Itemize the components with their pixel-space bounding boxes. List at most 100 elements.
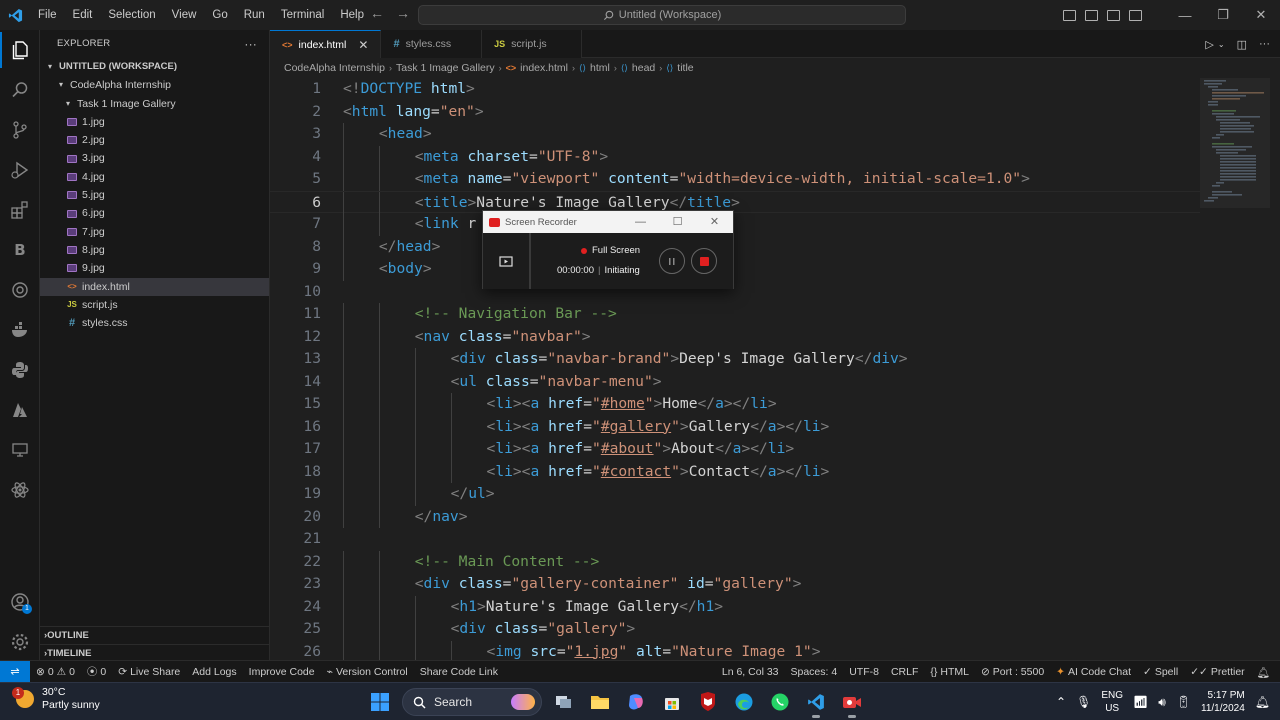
breadcrumb-item[interactable]: CodeAlpha Internship bbox=[284, 58, 385, 78]
customize-layout-icon[interactable] bbox=[1129, 9, 1142, 21]
breadcrumb-item[interactable]: Task 1 Image Gallery bbox=[396, 58, 495, 78]
chevron-up-icon[interactable]: ⌃ bbox=[1056, 695, 1066, 709]
toggle-sidebar-icon[interactable] bbox=[1063, 9, 1076, 21]
outline-section[interactable]: › OUTLINE bbox=[40, 626, 270, 644]
close-tab-icon[interactable]: ✕ bbox=[358, 38, 368, 52]
status-share-code-link[interactable]: Share Code Link bbox=[414, 666, 504, 678]
remote-indicator-icon[interactable]: ⇌ bbox=[0, 660, 30, 683]
file-explorer-icon[interactable] bbox=[586, 688, 614, 716]
spell-check[interactable]: ✓ Spell bbox=[1137, 666, 1184, 678]
status-improve-code[interactable]: Improve Code bbox=[243, 666, 321, 678]
menu-help[interactable]: Help bbox=[332, 0, 372, 30]
code-line[interactable]: 23 <div class="gallery-container" id="gal… bbox=[270, 573, 1200, 596]
notifications-bell-icon[interactable]: 🔔︎ bbox=[1251, 666, 1276, 679]
menu-selection[interactable]: Selection bbox=[100, 0, 163, 30]
folder-task1[interactable]: ▾ Task 1 Image Gallery bbox=[40, 95, 269, 113]
stop-button[interactable] bbox=[691, 248, 717, 274]
file-item[interactable]: 8.jpg bbox=[40, 241, 269, 259]
menu-edit[interactable]: Edit bbox=[65, 0, 101, 30]
code-line[interactable]: 24 <h1>Nature's Image Gallery</h1> bbox=[270, 595, 1200, 618]
copilot-icon[interactable] bbox=[622, 688, 650, 716]
back-arrow-icon[interactable]: ← bbox=[370, 5, 384, 21]
recorder-folder-button[interactable] bbox=[483, 233, 531, 289]
microphone-icon[interactable]: 🎙︎ bbox=[1076, 695, 1091, 709]
weather-widget[interactable]: 1 30°C Partly sunny bbox=[12, 686, 100, 712]
code-line[interactable]: 10 bbox=[270, 281, 1200, 304]
line-ending[interactable]: CRLF bbox=[885, 666, 924, 678]
ai-code-chat[interactable]: ✦ AI Code Chat bbox=[1050, 666, 1137, 678]
whatsapp-icon[interactable] bbox=[766, 688, 794, 716]
code-line[interactable]: 25 <div class="gallery"> bbox=[270, 618, 1200, 641]
file-item[interactable]: 3.jpg bbox=[40, 149, 269, 167]
live-server-port[interactable]: ⊘ Port : 5500 bbox=[975, 666, 1050, 678]
menu-terminal[interactable]: Terminal bbox=[273, 0, 332, 30]
code-line[interactable]: 8 </head> bbox=[270, 235, 1200, 258]
extensions-icon[interactable] bbox=[0, 192, 40, 228]
toggle-secondary-sidebar-icon[interactable] bbox=[1107, 9, 1120, 21]
tab-styles-css[interactable]: # styles.css bbox=[381, 30, 483, 58]
azure-icon[interactable] bbox=[0, 392, 40, 428]
split-editor-icon[interactable]: ◫ bbox=[1237, 38, 1247, 51]
breadcrumb-item[interactable]: title bbox=[677, 58, 693, 78]
code-line[interactable]: 19 </ul> bbox=[270, 483, 1200, 506]
code-line[interactable]: 12 <nav class="navbar"> bbox=[270, 325, 1200, 348]
explorer-icon[interactable] bbox=[0, 32, 40, 68]
code-line[interactable]: 20 </nav> bbox=[270, 505, 1200, 528]
file-item[interactable]: 4.jpg bbox=[40, 168, 269, 186]
ports-indicator[interactable]: ⦿ 0 bbox=[81, 664, 112, 679]
code-editor[interactable]: 1 <!DOCTYPE html> 2 <html lang="en"> 3 <head>… bbox=[270, 78, 1200, 663]
volume-icon[interactable]: 🔊︎ bbox=[1158, 695, 1166, 710]
docker-icon[interactable] bbox=[0, 312, 40, 348]
code-line[interactable]: 21 bbox=[270, 528, 1200, 551]
remote-explorer-icon[interactable] bbox=[0, 432, 40, 468]
status-version-control[interactable]: ⌁ Version Control bbox=[321, 666, 414, 678]
file-item[interactable]: 9.jpg bbox=[40, 259, 269, 277]
battery-icon[interactable]: 🔋︎ bbox=[1176, 695, 1191, 709]
more-actions-icon[interactable]: ··· bbox=[244, 30, 257, 58]
file-item[interactable]: <> index.html bbox=[40, 277, 269, 296]
edge-icon[interactable] bbox=[730, 688, 758, 716]
file-item[interactable]: 5.jpg bbox=[40, 186, 269, 204]
search-icon[interactable] bbox=[0, 72, 40, 108]
windows-start-icon[interactable] bbox=[366, 688, 394, 716]
code-line[interactable]: 5 <meta name="viewport" content="width=de… bbox=[270, 168, 1200, 191]
run-dropdown-icon[interactable]: ⌄ bbox=[1218, 40, 1225, 49]
minimap[interactable] bbox=[1200, 78, 1280, 660]
vscode-taskbar-icon[interactable] bbox=[802, 688, 830, 718]
microsoft-store-icon[interactable] bbox=[658, 688, 686, 716]
code-line[interactable]: 2 <html lang="en"> bbox=[270, 101, 1200, 124]
code-line[interactable]: 4 <meta charset="UTF-8"> bbox=[270, 145, 1200, 168]
status-live-share[interactable]: ⟳ Live Share bbox=[112, 666, 186, 678]
notifications-icon[interactable]: 🔔︎ bbox=[1255, 695, 1270, 709]
code-line[interactable]: 17 <li><a href="#about">About</a></li> bbox=[270, 438, 1200, 461]
language-mode[interactable]: {} HTML bbox=[924, 666, 975, 678]
menu-view[interactable]: View bbox=[164, 0, 205, 30]
file-item[interactable]: 1.jpg bbox=[40, 113, 269, 131]
encoding[interactable]: UTF-8 bbox=[843, 666, 885, 678]
indentation[interactable]: Spaces: 4 bbox=[785, 666, 844, 678]
menu-run[interactable]: Run bbox=[236, 0, 273, 30]
folder-codealpha[interactable]: ▾ CodeAlpha Internship bbox=[40, 76, 269, 94]
task-view-icon[interactable] bbox=[550, 688, 578, 716]
python-icon[interactable] bbox=[0, 352, 40, 388]
code-line[interactable]: 16 <li><a href="#gallery">Gallery</a></li… bbox=[270, 415, 1200, 438]
problems-indicator[interactable]: ⊗ 0 ⚠ 0 bbox=[30, 666, 81, 678]
breadcrumb-item[interactable]: index.html bbox=[520, 58, 568, 78]
recorder-maximize-button[interactable]: ☐ bbox=[659, 211, 696, 233]
file-item[interactable]: JS script.js bbox=[40, 296, 269, 314]
tab-index-html[interactable]: <> index.html ✕ bbox=[270, 30, 382, 58]
prettier[interactable]: ✓✓ Prettier bbox=[1184, 666, 1250, 678]
breadcrumb-item[interactable]: html bbox=[590, 58, 610, 78]
accounts-icon[interactable]: 1 bbox=[0, 584, 40, 620]
command-center[interactable]: Untitled (Workspace) bbox=[418, 5, 906, 25]
screen-recorder-window[interactable]: Screen Recorder — ☐ ✕ Full Screen 00:00:… bbox=[482, 210, 734, 289]
close-window-button[interactable]: ✕ bbox=[1242, 7, 1280, 23]
run-debug-icon[interactable] bbox=[0, 152, 40, 188]
more-actions-icon[interactable]: ··· bbox=[1259, 38, 1270, 50]
status-add-logs[interactable]: Add Logs bbox=[186, 666, 242, 678]
b-extension-icon[interactable]: B bbox=[0, 232, 40, 268]
code-line[interactable]: 7<link r .css"> bbox=[270, 213, 1200, 236]
source-control-icon[interactable] bbox=[0, 112, 40, 148]
breadcrumb-item[interactable]: head bbox=[632, 58, 655, 78]
code-line[interactable]: 6 <title>Nature's Image Gallery</title> bbox=[270, 190, 1200, 214]
